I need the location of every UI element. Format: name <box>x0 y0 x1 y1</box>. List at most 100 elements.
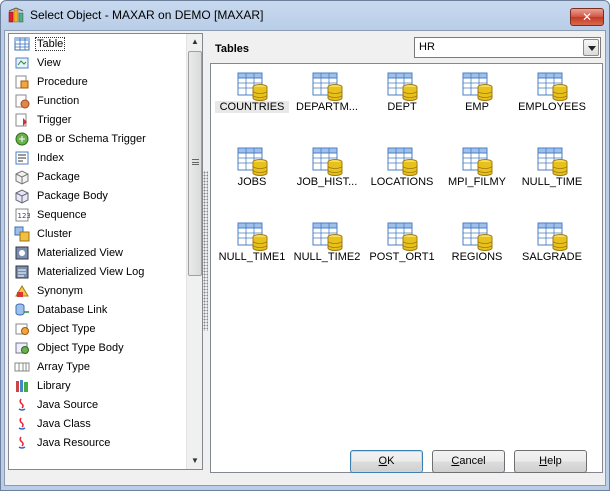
table-icon <box>237 221 269 253</box>
svg-text:123: 123 <box>18 212 31 220</box>
object-type-label: Materialized View Log <box>37 265 145 278</box>
database-link-icon <box>14 302 30 318</box>
table-name: REGIONS <box>451 251 503 263</box>
table-item[interactable]: COUNTRIES <box>215 67 289 133</box>
table-name: JOBS <box>237 176 267 188</box>
object-type-item[interactable]: View <box>9 53 187 72</box>
table-item[interactable]: POST_ORT1 <box>365 217 439 283</box>
table-name: DEPT <box>387 101 417 113</box>
table-name: DEPARTM... <box>296 101 358 113</box>
objects-grid[interactable]: COUNTRIES DEPARTM... DEPT EMP EMPLOYEES JOBS J… <box>210 63 603 473</box>
object-type-label: Package <box>37 170 80 183</box>
object-type-item[interactable]: Table <box>9 34 187 53</box>
java-source-icon <box>14 397 30 413</box>
table-name: SALGRADE <box>522 251 582 263</box>
table-icon <box>462 71 494 103</box>
object-type-item[interactable]: 123 Sequence <box>9 205 187 224</box>
java-resource-icon <box>14 435 30 451</box>
array-type-icon <box>14 359 30 375</box>
table-name: JOB_HIST... <box>296 176 358 188</box>
object-type-item[interactable]: Synonym <box>9 281 187 300</box>
panel-splitter-handle[interactable] <box>203 171 208 331</box>
close-button[interactable]: ✕ <box>570 8 604 26</box>
object-type-item[interactable]: Package Body <box>9 186 187 205</box>
table-item[interactable]: JOBS <box>215 142 289 208</box>
object-type-item[interactable]: Materialized View Log <box>9 262 187 281</box>
procedure-icon <box>14 74 30 90</box>
scroll-thumb[interactable] <box>188 51 202 276</box>
library-icon <box>14 378 30 394</box>
table-name: NULL_TIME2 <box>293 251 361 263</box>
table-item[interactable]: JOB_HIST... <box>290 142 364 208</box>
table-name: LOCATIONS <box>370 176 434 188</box>
object-type-item[interactable]: Index <box>9 148 187 167</box>
object-type-item[interactable]: Function <box>9 91 187 110</box>
package-icon <box>14 169 30 185</box>
table-icon <box>537 221 569 253</box>
object-type-label: Database Link <box>37 303 108 316</box>
object-type-label: View <box>37 56 61 69</box>
scroll-up-arrow-icon[interactable]: ▲ <box>187 34 202 50</box>
window-title: Select Object - MAXAR on DEMO [MAXAR] <box>30 8 264 22</box>
object-type-item[interactable]: Array Type <box>9 357 187 376</box>
ok-button[interactable]: OK <box>350 450 423 473</box>
object-type-item[interactable]: Procedure <box>9 72 187 91</box>
object-type-item[interactable]: Materialized View <box>9 243 187 262</box>
table-icon <box>387 146 419 178</box>
object-type-item[interactable]: DB or Schema Trigger <box>9 129 187 148</box>
object-type-item[interactable]: Java Class <box>9 414 187 433</box>
table-icon <box>312 221 344 253</box>
object-type-item[interactable]: Cluster <box>9 224 187 243</box>
object-type-label: Materialized View <box>37 246 124 259</box>
table-item[interactable]: NULL_TIME1 <box>215 217 289 283</box>
object-type-item[interactable]: Object Type <box>9 319 187 338</box>
table-item[interactable]: REGIONS <box>440 217 514 283</box>
table-item[interactable]: LOCATIONS <box>365 142 439 208</box>
object-type-item[interactable]: Object Type Body <box>9 338 187 357</box>
object-type-item[interactable]: Package <box>9 167 187 186</box>
object-type-label: Sequence <box>37 208 87 221</box>
title-bar[interactable]: Select Object - MAXAR on DEMO [MAXAR] ✕ <box>1 1 609 29</box>
object-type-item[interactable]: Java Source <box>9 395 187 414</box>
table-item[interactable]: NULL_TIME2 <box>290 217 364 283</box>
function-icon <box>14 93 30 109</box>
object-type-item[interactable]: Database Link <box>9 300 187 319</box>
java-class-icon <box>14 416 30 432</box>
dialog-client-area: Table View Procedure Function Trigger DB or S… <box>4 30 606 486</box>
object-type-item[interactable]: Library <box>9 376 187 395</box>
scroll-down-arrow-icon[interactable]: ▼ <box>187 453 202 469</box>
table-icon <box>312 71 344 103</box>
object-type-item[interactable]: Trigger <box>9 110 187 129</box>
object-type-label: Object Type <box>37 322 96 335</box>
schema-selected-value: HR <box>419 41 435 53</box>
app-icon <box>8 7 24 23</box>
object-type-list[interactable]: Table View Procedure Function Trigger DB or S… <box>8 33 203 470</box>
table-item[interactable]: NULL_TIME <box>515 142 589 208</box>
package-body-icon <box>14 188 30 204</box>
object-type-label: Synonym <box>37 284 83 297</box>
table-icon <box>537 71 569 103</box>
table-item[interactable]: DEPT <box>365 67 439 133</box>
object-type-label: Trigger <box>37 113 72 126</box>
object-type-scrollbar[interactable]: ▲ ▼ <box>186 34 202 469</box>
table-icon <box>312 146 344 178</box>
table-item[interactable]: EMP <box>440 67 514 133</box>
chevron-down-icon[interactable] <box>583 39 599 56</box>
table-item[interactable]: SALGRADE <box>515 217 589 283</box>
object-type-label: Java Class <box>37 417 91 430</box>
cancel-button[interactable]: Cancel <box>432 450 505 473</box>
table-item[interactable]: EMPLOYEES <box>515 67 589 133</box>
object-type-label: Procedure <box>37 75 88 88</box>
table-name: EMP <box>465 101 489 113</box>
table-name: MPI_FILMY <box>447 176 507 188</box>
help-button[interactable]: Help <box>514 450 587 473</box>
schema-select[interactable]: HR <box>414 37 601 58</box>
object-type-label: Java Source <box>37 398 99 411</box>
object-type-label: Table <box>35 36 66 51</box>
table-item[interactable]: DEPARTM... <box>290 67 364 133</box>
object-type-item[interactable]: Java Resource <box>9 433 187 452</box>
trigger-icon <box>14 112 30 128</box>
table-item[interactable]: MPI_FILMY <box>440 142 514 208</box>
object-type-label: Array Type <box>37 360 90 373</box>
materialized-view-log-icon <box>14 264 30 280</box>
